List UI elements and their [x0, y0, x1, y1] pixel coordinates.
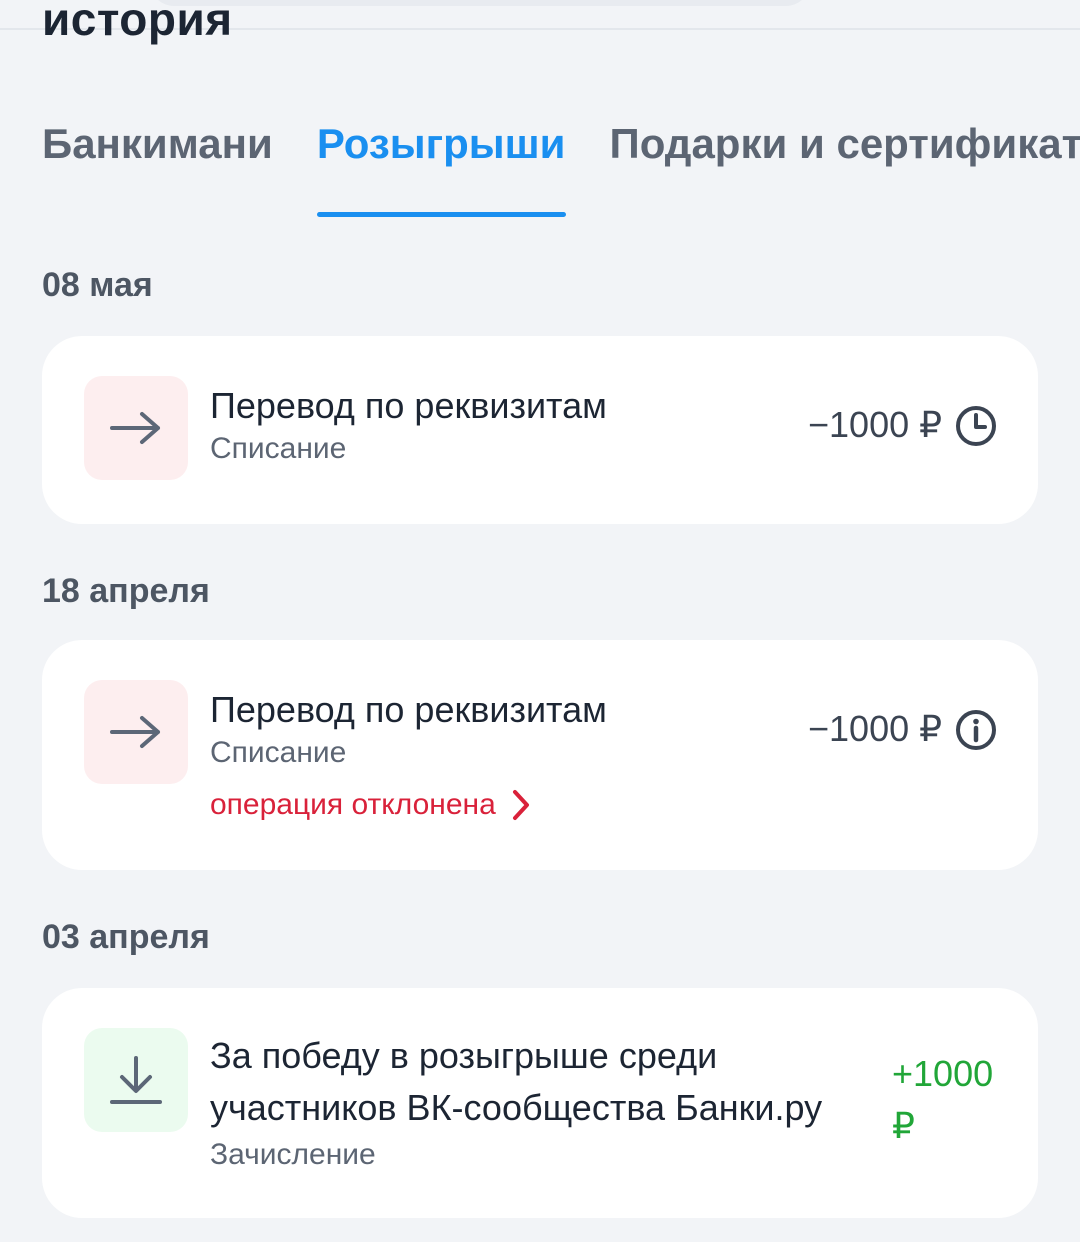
operation-subtitle: Зачисление	[210, 1138, 376, 1171]
operation-card[interactable]: Перевод по реквизитам Списание операция …	[42, 640, 1038, 870]
operation-title-line: участников ВК-сообщества Банки.ру	[210, 1087, 823, 1128]
operation-amount: +1000 ₽	[892, 1048, 1002, 1152]
search-bar-remnant[interactable]	[150, 0, 810, 6]
date-header: 18 апреля	[42, 572, 210, 610]
tabs-bar: Банкимани Розыгрыши Подарки и сертификат…	[42, 120, 1080, 217]
operation-title: За победу в розыгрыше среди участников В…	[210, 1030, 822, 1134]
operation-card[interactable]: За победу в розыгрыше среди участников В…	[42, 988, 1038, 1218]
chevron-right-icon	[512, 790, 529, 820]
operation-status-text: операция отклонена	[210, 788, 496, 821]
info-icon[interactable]	[954, 708, 998, 752]
operation-card[interactable]: Перевод по реквизитам Списание −1000 ₽	[42, 336, 1038, 524]
page-title: история	[42, 0, 233, 45]
operation-amount: −1000 ₽	[808, 404, 943, 445]
arrow-right-icon	[84, 680, 188, 784]
date-header: 03 апреля	[42, 918, 210, 956]
operation-title-line: За победу в розыгрыше среди	[210, 1035, 718, 1076]
date-header: 08 мая	[42, 266, 153, 304]
tab-podarki[interactable]: Подарки и сертификаты	[610, 120, 1080, 188]
operation-title: Перевод по реквизитам	[210, 385, 607, 426]
operation-amount: −1000 ₽	[808, 708, 943, 749]
tab-rozygryshi[interactable]: Розыгрыши	[316, 120, 566, 217]
amount-value: +1000	[892, 1053, 994, 1094]
arrow-right-icon	[84, 376, 188, 480]
clock-icon[interactable]	[954, 404, 998, 448]
operation-subtitle: Списание	[210, 736, 347, 769]
tab-bankimani[interactable]: Банкимани	[42, 120, 273, 188]
operation-subtitle: Списание	[210, 432, 347, 465]
operation-title: Перевод по реквизитам	[210, 689, 607, 730]
operation-declined-link[interactable]: операция отклонена	[210, 788, 532, 822]
amount-currency: ₽	[892, 1105, 915, 1146]
download-icon	[84, 1028, 188, 1132]
